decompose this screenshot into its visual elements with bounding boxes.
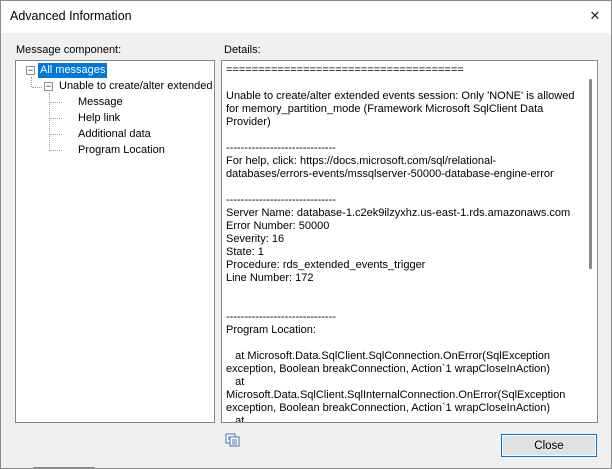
details-label: Details: [224, 44, 261, 56]
tree-line [50, 118, 62, 119]
advanced-information-dialog: Advanced Information ✕ Message component… [0, 0, 612, 469]
tree-item-message[interactable]: Message [78, 95, 123, 110]
vertical-scrollbar[interactable] [589, 79, 592, 269]
tree-line [50, 102, 62, 103]
copy-icon[interactable] [225, 433, 241, 447]
collapse-icon[interactable]: − [26, 66, 35, 75]
message-component-label: Message component: [16, 44, 122, 56]
tree-line [50, 134, 62, 135]
window-title: Advanced Information [10, 9, 132, 23]
collapse-icon[interactable]: − [44, 82, 53, 91]
tree-item-additional-data[interactable]: Additional data [78, 127, 151, 142]
tree-line [31, 77, 32, 87]
title-bar: Advanced Information ✕ [1, 1, 611, 33]
tree-line [50, 150, 62, 151]
tree-item-all-messages[interactable]: All messages [38, 63, 108, 78]
details-text: ===================================== Un… [226, 64, 575, 423]
tree-line [32, 87, 42, 88]
message-component-tree[interactable]: − All messages − Unable to create/alter … [15, 60, 215, 469]
details-textbox[interactable]: ===================================== Un… [221, 60, 598, 423]
close-button[interactable]: Close [501, 434, 597, 457]
close-icon[interactable]: ✕ [587, 8, 603, 24]
tree-item-help-link[interactable]: Help link [78, 111, 120, 126]
tree-item-program-location[interactable]: Program Location [78, 143, 165, 158]
tree-item-error[interactable]: Unable to create/alter extended [59, 79, 213, 94]
